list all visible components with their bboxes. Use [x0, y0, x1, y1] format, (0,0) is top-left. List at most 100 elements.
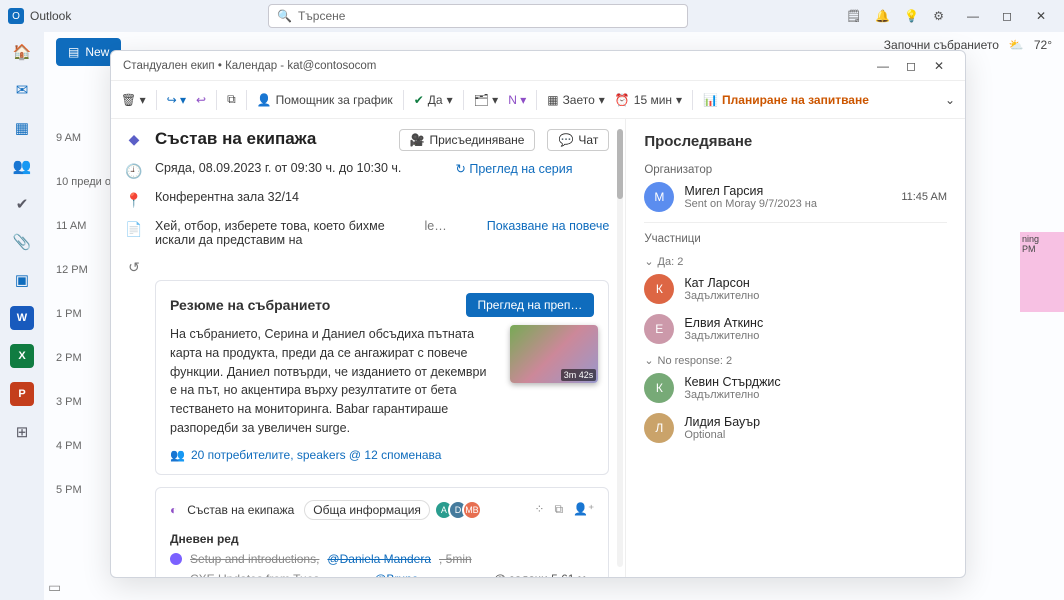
tracking-heading: Проследяване [644, 133, 947, 150]
copy-component-icon[interactable]: ⧉ [554, 502, 563, 517]
yes-label: Да [428, 93, 443, 107]
notes-icon[interactable]: 🗒 [846, 9, 861, 23]
delete-button[interactable]: 🗑 ▾ [121, 93, 146, 107]
yes-group-header[interactable]: ⌄ Да: 2 [644, 255, 947, 268]
attendee-role: Задължително [684, 389, 780, 401]
forward-button[interactable]: ↪ ▾ [167, 93, 186, 107]
organizer-time: 11:45 AM [901, 191, 947, 203]
organizer-row[interactable]: М Мигел Гарсия Sent on Moray 9/7/2023 на… [644, 182, 947, 212]
agenda-text: CXE Updates from Tues meeting, [190, 572, 366, 578]
mentions-text: 20 потребителите, speakers @ 12 споменав… [191, 448, 441, 462]
show-more-link[interactable]: Показване на повече [487, 219, 610, 233]
teams-icon: ◆ [125, 129, 143, 148]
new-event-label: New [85, 45, 109, 59]
share-icon[interactable]: 👤⁺ [573, 502, 594, 517]
summary-mentions[interactable]: 👥 20 потребителите, speakers @ 12 спомен… [170, 448, 594, 462]
join-button[interactable]: 🎥 Присъединяване [399, 129, 536, 151]
agenda-item[interactable]: Setup and introductions, @Daniela Mander… [170, 552, 594, 566]
bookmark-icon[interactable]: ▣ [10, 268, 34, 292]
avatar-stack[interactable]: A D MB [440, 500, 482, 520]
reminder-button[interactable]: ⏰ 15 мин ▾ [615, 93, 682, 107]
settings-icon[interactable]: ⚙ [933, 9, 944, 23]
calendar-icon[interactable]: ▦ [10, 116, 34, 140]
avatar: М [644, 182, 674, 212]
search-placeholder: Търсене [298, 9, 345, 23]
attendee-name: Лидия Бауър [684, 415, 760, 429]
recording-duration: 3m 42s [561, 369, 597, 381]
close-button[interactable]: ✕ [1026, 4, 1056, 28]
agenda-mention[interactable]: @Daniela Mandera [327, 552, 431, 566]
window-close-button[interactable]: ✕ [925, 54, 953, 78]
recording-thumbnail[interactable]: 3m 42s [510, 325, 598, 383]
view-series-link[interactable]: ↻ Преглед на серия [455, 161, 572, 176]
search-input[interactable]: 🔍 Търсене [268, 4, 688, 28]
toolbar-overflow-button[interactable]: ⌄ [945, 93, 955, 107]
app-titlebar: O Outlook 🔍 Търсене 🗒 🔔 💡 ⚙ — ◻ ✕ [0, 0, 1064, 32]
checkmark-icon[interactable]: ✔ [10, 192, 34, 216]
tracking-panel: Проследяване Организатор М Мигел Гарсия … [626, 119, 965, 577]
no-response-group-header[interactable]: ⌄ No response: 2 [644, 354, 947, 367]
attendee-row[interactable]: Е Елвия Аткинс Задължително [644, 314, 947, 344]
attendee-row[interactable]: К Кевин Стърджис Задължително [644, 373, 947, 403]
weather-icon: ⛅ [1009, 38, 1024, 52]
meeting-main-panel: ◆ Състав на екипажа 🎥 Присъединяване 💬 Ч… [111, 119, 626, 577]
onenote-button[interactable]: N ▾ [508, 93, 526, 107]
more-apps-icon[interactable]: ⊞ [10, 420, 34, 444]
meeting-location: Конферентна зала 32/14 [155, 190, 299, 204]
maximize-button[interactable]: ◻ [992, 4, 1022, 28]
files-icon[interactable]: 📎 [10, 230, 34, 254]
busy-icon: ▦ [547, 93, 558, 107]
check-icon: ✔ [414, 93, 424, 107]
word-icon[interactable]: W [10, 306, 34, 330]
home-icon[interactable]: 🏠 [10, 40, 34, 64]
reminder-label: 15 мин [634, 93, 672, 107]
calendar-event-peek[interactable]: ning PM [1020, 232, 1064, 312]
avatar: К [644, 373, 674, 403]
meeting-window-title: Стандуален екип • Календар - kat@contoso… [111, 51, 965, 81]
plus-icon: ▤ [68, 45, 79, 59]
minimize-button[interactable]: — [958, 4, 988, 28]
qr-icon[interactable]: ⁘ [534, 502, 544, 517]
scheduling-assistant-button[interactable]: 👤 Помощник за график [257, 93, 393, 107]
bell-icon[interactable]: 🔔 [875, 9, 890, 23]
yes-group-label: Да: 2 [658, 256, 684, 268]
loop-tab[interactable]: Обща информация [304, 500, 430, 520]
busy-label: Заето [563, 93, 595, 107]
bullet-icon [170, 553, 182, 565]
reply-button[interactable]: ↩ [196, 93, 206, 107]
categorize-button[interactable]: 🗂 ▾ [474, 93, 499, 107]
lightbulb-icon[interactable]: 💡 [904, 9, 919, 23]
response-yes-button[interactable]: ✔ Да ▾ [414, 93, 453, 107]
people-icon[interactable]: 👥 [10, 154, 34, 178]
powerpoint-icon[interactable]: P [10, 382, 34, 406]
recap-icon: ↺ [125, 257, 143, 276]
meeting-toolbar: 🗑 ▾ ↪ ▾ ↩ ⧉ 👤 Помощник за график ✔ Да ▾ … [111, 81, 965, 119]
weather-temp: 72° [1034, 38, 1052, 52]
search-container: 🔍 Търсене [268, 4, 688, 28]
copy-button[interactable]: ⧉ [227, 92, 236, 107]
attendee-role: Задължително [684, 290, 759, 302]
window-maximize-button[interactable]: ◻ [897, 54, 925, 78]
chat-button[interactable]: 💬 Чат [547, 129, 609, 151]
agenda-tail: , 40m [456, 572, 486, 578]
loop-title: Състав на екипажа [187, 503, 294, 517]
excel-icon[interactable]: X [10, 344, 34, 368]
people-icon: 👥 [170, 448, 185, 462]
mail-icon[interactable]: ✉ [10, 78, 34, 102]
scheduling-poll-label: Планиране на запитване [722, 93, 869, 107]
avatar: MB [462, 500, 482, 520]
organizer-label: Организатор [644, 164, 947, 176]
attendee-role: Optional [684, 429, 760, 441]
agenda-mention[interactable]: @Bruno Zhao [374, 572, 448, 578]
app-name: Outlook [30, 9, 71, 23]
scrollbar-thumb[interactable] [617, 129, 623, 199]
view-recap-button[interactable]: Преглед на преп… [466, 293, 595, 317]
attendee-name: Кат Ларсон [684, 276, 759, 290]
agenda-item[interactable]: CXE Updates from Tues meeting, @Bruno Zh… [170, 572, 594, 578]
window-minimize-button[interactable]: — [869, 54, 897, 78]
scheduling-poll-button[interactable]: 📊 Планиране на запитване [703, 93, 869, 107]
show-as-button[interactable]: ▦ Заето ▾ [547, 93, 605, 107]
attendee-row[interactable]: Л Лидия Бауър Optional [644, 413, 947, 443]
body-trunc: le… [425, 219, 447, 233]
attendee-row[interactable]: К Кат Ларсон Задължително [644, 274, 947, 304]
